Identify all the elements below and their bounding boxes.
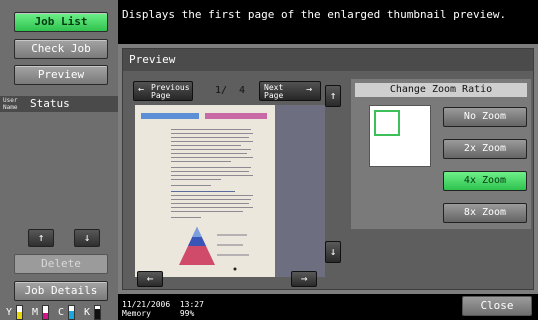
scroll-down-button[interactable]: ↓	[74, 229, 100, 247]
date-time-display: 11/21/2006 13:27 Memory 99%	[122, 300, 204, 318]
next-page-label: Next Page	[264, 83, 284, 100]
current-page: 1/	[215, 85, 228, 96]
doc-header-blue	[141, 113, 199, 119]
toner-level-bar	[16, 305, 23, 320]
preview-button[interactable]: Preview	[14, 65, 108, 85]
delete-button[interactable]: Delete	[14, 254, 108, 274]
bottom-bar: 11/21/2006 13:27 Memory 99% Close	[118, 294, 538, 320]
toner-level-bar	[68, 305, 75, 320]
message-bar: Displays the first page of the enlarged …	[118, 0, 538, 44]
previous-page-label: Previous Page	[151, 83, 190, 100]
document-page-image	[135, 105, 275, 277]
total-pages: 4	[239, 85, 246, 96]
arrow-up-icon: ↑	[37, 231, 45, 244]
toner-level-fill	[43, 313, 48, 319]
toner-level-fill	[69, 311, 74, 319]
pyramid-graphic	[179, 227, 249, 271]
arrow-down-icon: ↓	[83, 231, 91, 244]
zoom-ratio-title: Change Zoom Ratio	[355, 83, 527, 97]
scroll-right-preview-button[interactable]: →	[291, 271, 317, 287]
memory-value: 99%	[179, 309, 195, 318]
preview-frame: Preview ← Previous Page 1/ 4 Next Page →	[122, 48, 534, 290]
toner-levels: YMCK	[4, 305, 116, 320]
arrow-left-icon: ←	[138, 84, 145, 95]
toner-level-fill	[95, 309, 100, 319]
close-button[interactable]: Close	[462, 296, 532, 316]
scroll-up-preview-button[interactable]: ↑	[325, 85, 341, 107]
job-status-header: User Name Status	[0, 96, 118, 112]
scroll-down-preview-button[interactable]: ↓	[325, 241, 341, 263]
toner-y: Y	[4, 305, 30, 320]
toner-level-fill	[17, 311, 22, 319]
document-page-edge	[275, 105, 325, 277]
status-header: Status	[30, 97, 70, 110]
doc-header-pink	[205, 113, 267, 119]
thumbnail-preview[interactable]	[135, 105, 325, 277]
previous-page-button[interactable]: ← Previous Page	[133, 81, 193, 101]
preview-window: Preview ← Previous Page 1/ 4 Next Page →	[118, 44, 538, 294]
job-list-button[interactable]: Job List	[14, 12, 108, 32]
arrow-up-icon: ↑	[329, 89, 337, 102]
scroll-left-preview-button[interactable]: ←	[137, 271, 163, 287]
check-job-button[interactable]: Check Job	[14, 39, 108, 59]
preview-title: Preview	[129, 53, 176, 66]
next-page-button[interactable]: Next Page →	[259, 81, 321, 101]
zoom-4x-button[interactable]: 4x Zoom	[443, 171, 527, 191]
arrow-left-icon: ←	[146, 272, 154, 285]
toner-k: K	[82, 305, 108, 320]
zoom-8x-button[interactable]: 8x Zoom	[443, 203, 527, 223]
toner-letter: K	[84, 307, 91, 318]
message-text: Displays the first page of the enlarged …	[122, 8, 507, 21]
arrow-right-icon: →	[306, 84, 313, 95]
memory-label: Memory	[122, 309, 151, 318]
toner-letter: C	[58, 307, 65, 318]
arrow-down-icon: ↓	[329, 245, 337, 258]
no-zoom-button[interactable]: No Zoom	[443, 107, 527, 127]
zoom-ratio-panel: Change Zoom Ratio No Zoom 2x Zoom 4x Zoo…	[351, 79, 531, 229]
toner-level-bar	[94, 305, 101, 320]
toner-level-bar	[42, 305, 49, 320]
job-details-button[interactable]: Job Details	[14, 281, 108, 301]
date-text: 11/21/2006	[122, 300, 171, 309]
zoom-2x-button[interactable]: 2x Zoom	[443, 139, 527, 159]
toner-m: M	[30, 305, 56, 320]
toner-letter: Y	[6, 307, 13, 318]
toner-letter: M	[32, 307, 39, 318]
toner-c: C	[56, 305, 82, 320]
time-text: 13:27	[179, 300, 204, 309]
zoom-area-preview[interactable]	[369, 105, 431, 167]
scroll-up-button[interactable]: ↑	[28, 229, 54, 247]
zoom-area-indicator[interactable]	[374, 110, 400, 136]
left-panel: Job List Check Job Preview User Name Sta…	[0, 0, 118, 320]
arrow-right-icon: →	[300, 272, 308, 285]
job-list-area	[0, 112, 118, 224]
user-name-header: User Name	[3, 97, 18, 111]
preview-title-bar: Preview	[123, 49, 533, 71]
